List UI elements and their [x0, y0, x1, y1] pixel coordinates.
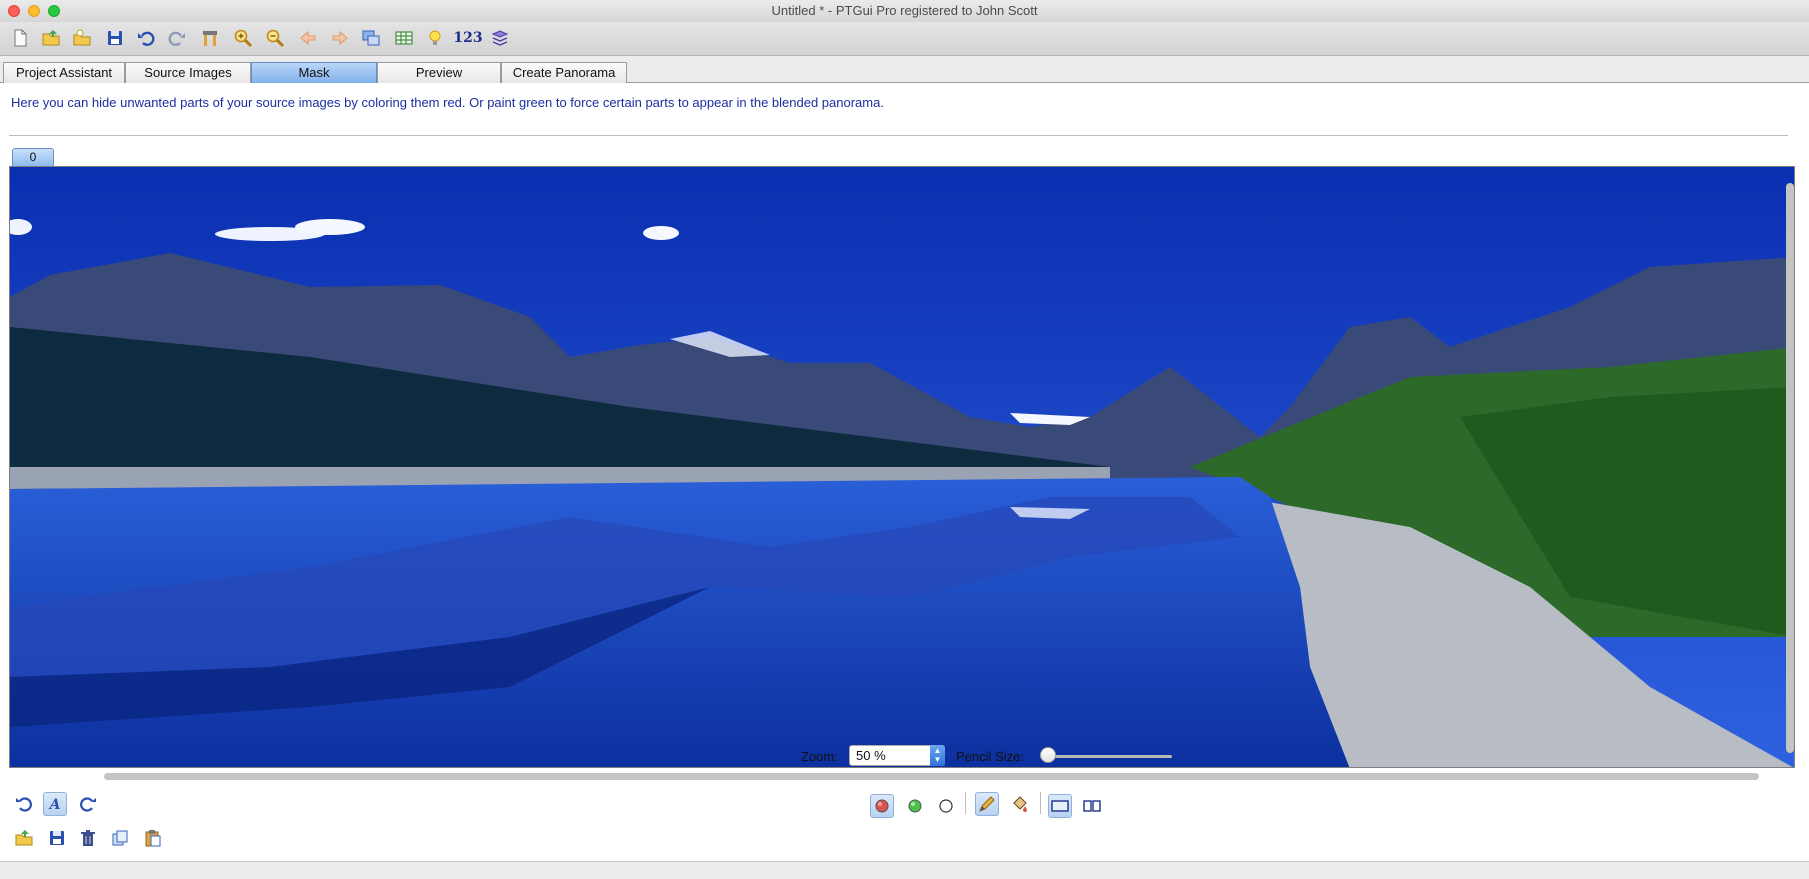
maximize-window-button[interactable] [48, 5, 60, 17]
save-mask-icon[interactable] [45, 826, 69, 850]
zoom-select[interactable]: 50 % ▲ ▼ [849, 745, 945, 766]
open-folder-icon[interactable] [38, 25, 64, 51]
lightbulb-icon[interactable] [422, 25, 448, 51]
table-icon[interactable] [391, 25, 417, 51]
redo-icon[interactable] [164, 25, 190, 51]
tab-create-panorama[interactable]: Create Panorama [501, 62, 627, 84]
pencil-icon[interactable] [975, 792, 999, 816]
new-file-icon[interactable] [7, 25, 33, 51]
toolbar-separator [1040, 792, 1041, 814]
red-mask-color-icon[interactable] [870, 794, 894, 818]
zoom-label: Zoom: [801, 749, 838, 764]
load-mask-icon[interactable] [12, 826, 36, 850]
tab-preview[interactable]: Preview [377, 62, 501, 84]
fill-bucket-icon[interactable] [1008, 792, 1032, 816]
open-recent-icon[interactable] [69, 25, 95, 51]
zoom-out-icon[interactable] [262, 25, 288, 51]
rotate-right-icon[interactable] [76, 792, 100, 816]
mask-hint-text: Here you can hide unwanted parts of your… [11, 95, 884, 110]
rotate-left-icon[interactable] [12, 792, 36, 816]
title-bar: Untitled * - PTGui Pro registered to Joh… [0, 0, 1809, 22]
split-view-icon[interactable] [1080, 794, 1104, 818]
tab-source-images[interactable]: Source Images [125, 62, 251, 84]
mask-image-canvas[interactable] [9, 166, 1795, 768]
zoom-in-icon[interactable] [230, 25, 256, 51]
clear-mask-color-icon[interactable] [934, 794, 958, 818]
minimize-window-button[interactable] [28, 5, 40, 17]
window-title: Untitled * - PTGui Pro registered to Joh… [771, 3, 1038, 18]
save-icon[interactable] [102, 25, 128, 51]
horizontal-scrollbar[interactable] [104, 773, 1759, 780]
toolbar-separator [965, 792, 966, 814]
vertical-scrollbar[interactable] [1786, 183, 1794, 753]
batch-stitcher-icon[interactable] [487, 25, 513, 51]
tools-icon[interactable] [197, 25, 223, 51]
paste-mask-icon[interactable] [140, 826, 164, 850]
green-mask-color-icon[interactable] [903, 794, 927, 818]
pencil-size-label: Pencil Size: [956, 749, 1024, 764]
auto-mask-icon[interactable]: A [43, 792, 67, 816]
svg-text:A: A [48, 797, 61, 813]
pencil-size-slider-track[interactable] [1040, 755, 1172, 758]
zoom-value: 50 % [856, 748, 886, 763]
divider [9, 135, 1788, 136]
image-tab-0[interactable]: 0 [12, 148, 54, 166]
undo-icon[interactable] [133, 25, 159, 51]
zoom-stepper-icon[interactable]: ▲ ▼ [930, 745, 945, 766]
tab-mask[interactable]: Mask [251, 62, 377, 84]
tab-bar: Project Assistant Source Images Mask Pre… [0, 60, 1809, 84]
copy-mask-icon[interactable] [108, 826, 132, 850]
arrow-right-icon[interactable] [327, 25, 353, 51]
app-window: Untitled * - PTGui Pro registered to Joh… [0, 0, 1809, 879]
panorama-editor-icon[interactable] [358, 25, 384, 51]
tab-project-assistant[interactable]: Project Assistant [3, 62, 125, 84]
delete-mask-icon[interactable] [76, 826, 100, 850]
close-window-button[interactable] [8, 5, 20, 17]
single-view-icon[interactable] [1048, 794, 1072, 818]
status-bar [0, 861, 1809, 879]
numbers-icon[interactable]: 123 [451, 25, 485, 51]
pencil-size-slider-knob[interactable] [1040, 747, 1056, 763]
main-toolbar: 123 [0, 22, 1809, 56]
arrow-left-icon[interactable] [295, 25, 321, 51]
